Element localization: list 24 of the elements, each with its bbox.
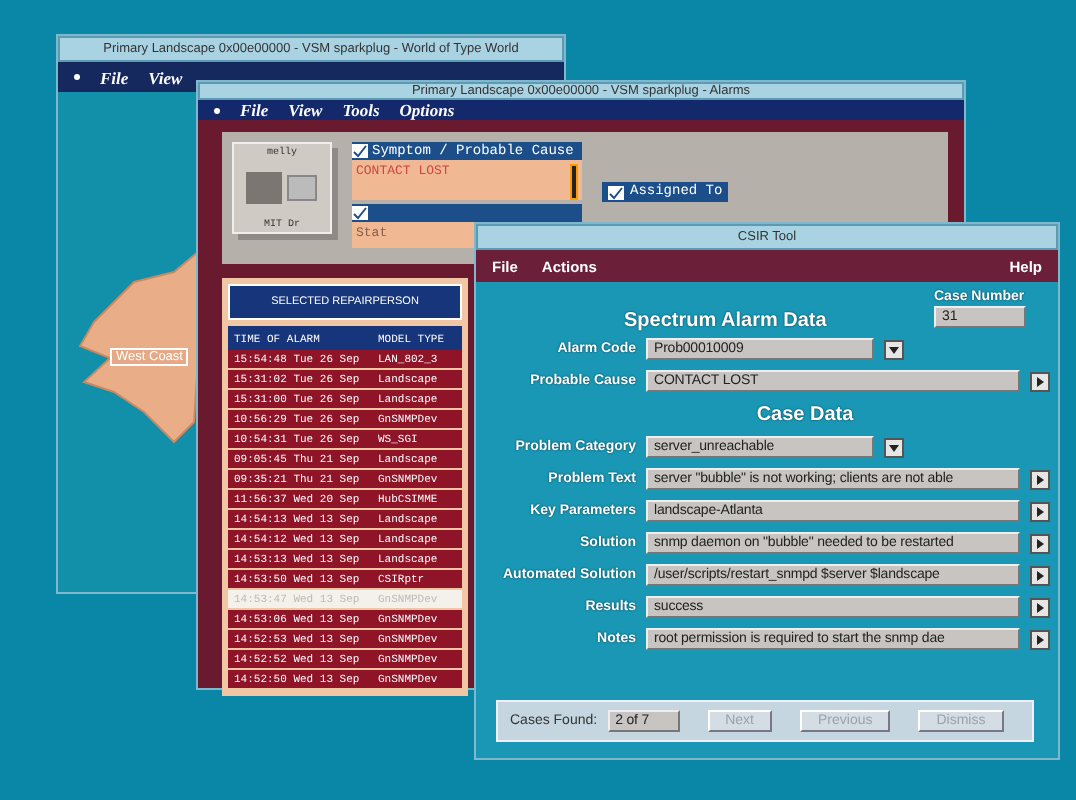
menu-item[interactable]: View bbox=[148, 67, 183, 87]
device-icon bbox=[244, 170, 320, 206]
scrollbar[interactable] bbox=[570, 164, 578, 200]
expand-button[interactable] bbox=[1030, 597, 1050, 617]
expand-button[interactable] bbox=[1030, 629, 1050, 649]
menu-item[interactable]: File bbox=[240, 100, 269, 120]
dropdown-icon bbox=[886, 341, 902, 357]
dropdown-icon bbox=[886, 439, 902, 455]
expand-button[interactable] bbox=[1030, 533, 1050, 553]
expand-button[interactable] bbox=[1030, 469, 1050, 489]
menu-item[interactable]: File bbox=[100, 67, 129, 87]
window-menu-icon[interactable] bbox=[74, 74, 80, 80]
dropdown-button[interactable] bbox=[884, 339, 904, 359]
menu-item[interactable]: Tools bbox=[342, 100, 380, 120]
menu-item[interactable]: Options bbox=[399, 100, 455, 120]
section-heading: Spectrum Alarm Data bbox=[624, 310, 827, 332]
expand-arrow-icon bbox=[1032, 373, 1048, 389]
menu-item[interactable]: View bbox=[288, 100, 323, 120]
window-menu-icon[interactable] bbox=[214, 107, 220, 113]
dropdown-button[interactable] bbox=[884, 437, 904, 457]
expand-button[interactable] bbox=[1030, 565, 1050, 585]
expand-button[interactable] bbox=[1030, 501, 1050, 521]
expand-button[interactable] bbox=[1030, 371, 1050, 391]
section-heading: Case Data bbox=[754, 404, 856, 426]
